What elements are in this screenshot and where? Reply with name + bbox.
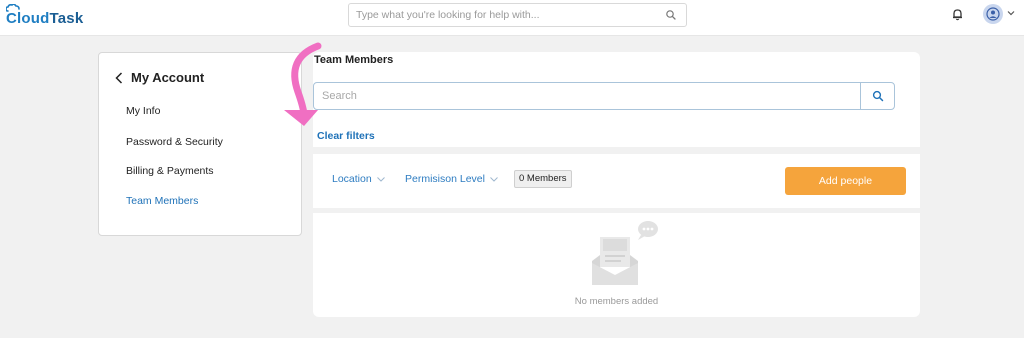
- user-icon: [986, 7, 1000, 21]
- chevron-down-icon[interactable]: [1007, 10, 1015, 16]
- sidebar-item-my-info[interactable]: My Info: [126, 105, 160, 117]
- sidebar-item-billing-payments[interactable]: Billing & Payments: [126, 165, 214, 177]
- empty-inbox-icon: [592, 221, 658, 285]
- member-count-badge: 0 Members: [514, 170, 572, 188]
- location-filter-label: Location: [332, 173, 372, 185]
- chevron-down-icon: [376, 176, 385, 182]
- member-search-input[interactable]: [314, 83, 862, 109]
- annotation-arrow-icon: [284, 42, 322, 126]
- help-search-input[interactable]: [356, 4, 656, 26]
- permission-filter-label: Permisison Level: [405, 173, 485, 185]
- add-people-button[interactable]: Add people: [785, 167, 906, 195]
- notification-bell-icon[interactable]: [951, 8, 964, 21]
- cloudtask-logo[interactable]: Cloud Task: [6, 4, 84, 29]
- sidebar-header[interactable]: My Account: [115, 70, 204, 85]
- location-filter[interactable]: Location: [332, 173, 385, 185]
- search-icon: [872, 90, 883, 102]
- permission-level-filter[interactable]: Permisison Level: [405, 173, 498, 185]
- chevron-down-icon: [490, 176, 498, 182]
- member-search: [313, 82, 895, 110]
- sidebar-item-password-security[interactable]: Password & Security: [126, 136, 223, 148]
- cloud-icon: [6, 4, 20, 12]
- help-search: [348, 3, 687, 27]
- search-icon[interactable]: [665, 9, 677, 21]
- sidebar-item-team-members[interactable]: Team Members: [126, 195, 198, 207]
- account-sidebar: My Account My Info Password & Security B…: [98, 52, 302, 236]
- sidebar-title: My Account: [131, 70, 205, 85]
- back-chevron-icon[interactable]: [115, 71, 123, 84]
- empty-state-message: No members added: [574, 296, 659, 307]
- logo-text-cloud: Cloud: [6, 9, 50, 27]
- logo-text-task: Task: [49, 9, 84, 27]
- clear-filters-link[interactable]: Clear filters: [317, 130, 375, 142]
- top-bar: Cloud Task: [0, 0, 1024, 36]
- user-avatar[interactable]: [983, 4, 1003, 24]
- member-search-button[interactable]: [860, 83, 894, 109]
